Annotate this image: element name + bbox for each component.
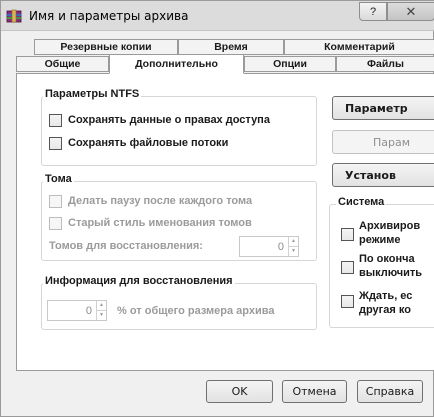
recovery-volumes-value: 0 [277,240,284,253]
background-mode-label-line1: Архивиров [359,220,421,232]
background-mode-label-line2: режиме [359,234,401,246]
tab-advanced[interactable]: Дополнительно [109,54,244,74]
recovery-volumes-label: Томов для восстановления: [49,240,203,252]
spin-down-icon[interactable]: ▼ [289,246,298,256]
save-permissions-checkbox[interactable] [49,114,62,127]
wait-label-line1: Ждать, ес [359,290,413,302]
pause-after-volume-label: Делать паузу после каждого тома [68,195,253,207]
help-button[interactable]: Справка [357,380,423,403]
tab-general[interactable]: Общие [16,56,109,72]
tab-time[interactable]: Время [178,39,284,55]
help-title-button[interactable]: ? [359,2,387,21]
shutdown-label-line1: По оконча [359,253,415,265]
spin-up-icon[interactable]: ▲ [289,237,298,246]
set-password-button[interactable]: Установ [332,163,434,187]
spin-up-icon[interactable]: ▲ [97,301,106,310]
old-naming-label: Старый стиль именования томов [68,217,252,229]
archive-dialog: Имя и параметры архива ? ✕ Резервные коп… [0,0,434,417]
wait-label-line2: другая ко [359,304,411,316]
background-mode-checkbox[interactable] [341,228,354,241]
winrar-archive-icon [6,9,22,23]
recovery-percent-value: 0 [85,304,92,317]
compression-settings-button[interactable]: Параметр [332,96,434,120]
ntfs-group-title: Параметры NTFS [43,88,142,100]
tab-files[interactable]: Файлы [336,56,434,72]
volumes-group-title: Тома [43,173,74,185]
close-button[interactable]: ✕ [387,2,434,21]
pause-after-volume-checkbox[interactable] [49,195,62,208]
advanced-tab-page: Параметры NTFS Сохранять данные о правах… [16,73,434,371]
title-bar: Имя и параметры архива ? ✕ [1,1,434,31]
tab-options[interactable]: Опции [244,56,336,72]
spinner-arrows[interactable]: ▲ ▼ [288,237,298,256]
wait-other-copies-checkbox[interactable] [341,295,354,308]
shutdown-checkbox[interactable] [341,261,354,274]
cancel-button[interactable]: Отмена [282,380,347,403]
spin-down-icon[interactable]: ▼ [97,310,106,320]
save-streams-label: Сохранять файловые потоки [68,137,229,149]
ntfs-group [41,96,317,166]
recovery-volumes-spinner[interactable]: 0 ▲ ▼ [239,236,299,257]
ok-button[interactable]: OK [206,380,273,403]
old-naming-checkbox[interactable] [49,217,62,230]
tab-comment[interactable]: Комментарий [284,39,434,55]
spinner-arrows[interactable]: ▲ ▼ [96,301,106,320]
window-title: Имя и параметры архива [29,9,189,23]
save-streams-checkbox[interactable] [49,137,62,150]
system-group-title: Система [336,196,387,208]
recovery-group-title: Информация для восстановления [43,275,235,287]
shutdown-label-line2: выключить [359,267,423,279]
recovery-unit-label: % от общего размера архива [117,305,275,317]
tab-backup[interactable]: Резервные копии [34,39,178,55]
save-permissions-label: Сохранять данные о правах доступа [68,114,270,126]
recovery-percent-spinner[interactable]: 0 ▲ ▼ [47,300,107,321]
sfx-settings-button[interactable]: Парам [332,130,434,154]
